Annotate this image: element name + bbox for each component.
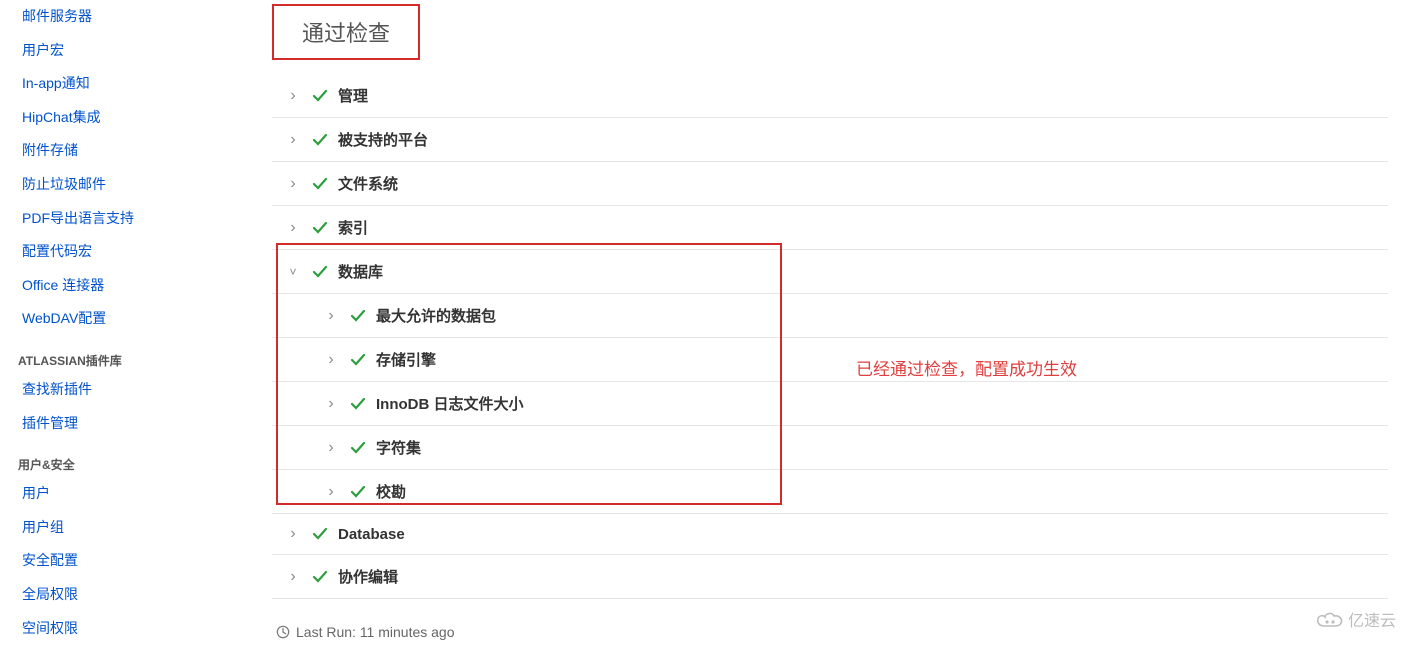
check-row[interactable]: 协作编辑 <box>272 555 1388 599</box>
check-label: 协作编辑 <box>338 566 398 587</box>
check-row[interactable]: 被支持的平台 <box>272 118 1388 162</box>
sidebar-item[interactable]: Office 连接器 <box>10 269 232 303</box>
check-label: 校勘 <box>376 481 406 502</box>
sidebar-item[interactable]: 全局权限 <box>10 578 232 612</box>
check-icon <box>350 308 366 324</box>
check-label: 数据库 <box>338 261 383 282</box>
sidebar-item[interactable]: 附件存储 <box>10 134 232 168</box>
check-label: 字符集 <box>376 437 421 458</box>
clock-icon <box>276 625 290 639</box>
chevron-right-icon[interactable] <box>324 395 338 413</box>
watermark-text: 亿速云 <box>1348 607 1396 631</box>
check-label: 管理 <box>338 85 368 106</box>
chevron-right-icon[interactable] <box>324 439 338 457</box>
check-row[interactable]: 索引 <box>272 206 1388 250</box>
check-icon <box>312 526 328 542</box>
check-row[interactable]: Database <box>272 514 1388 555</box>
sidebar-section-header-security: 用户&安全 <box>10 440 232 477</box>
check-icon <box>350 484 366 500</box>
chevron-right-icon[interactable] <box>286 175 300 193</box>
chevron-right-icon[interactable] <box>286 87 300 105</box>
sidebar-item[interactable]: 插件管理 <box>10 407 232 441</box>
chevron-down-icon[interactable] <box>286 265 300 279</box>
check-icon <box>350 352 366 368</box>
sidebar: 邮件服务器 用户宏 In-app通知 HipChat集成 附件存储 防止垃圾邮件… <box>0 0 232 645</box>
check-row[interactable]: 管理 <box>272 74 1388 118</box>
check-label: 最大允许的数据包 <box>376 305 496 326</box>
chevron-right-icon[interactable] <box>324 483 338 501</box>
sidebar-item[interactable]: HipChat集成 <box>10 101 232 135</box>
sidebar-item[interactable]: 查找新插件 <box>10 373 232 407</box>
chevron-right-icon[interactable] <box>324 351 338 369</box>
check-icon <box>350 396 366 412</box>
chevron-right-icon[interactable] <box>286 568 300 586</box>
check-label: InnoDB 日志文件大小 <box>376 393 524 414</box>
section-title: 通过检查 <box>272 4 420 60</box>
check-row-expanded[interactable]: 数据库 <box>272 250 1388 294</box>
check-label: 被支持的平台 <box>338 129 428 150</box>
sidebar-item[interactable]: WebDAV配置 <box>10 302 232 336</box>
watermark: 亿速云 <box>1316 607 1396 631</box>
chevron-right-icon[interactable] <box>286 219 300 237</box>
sidebar-item[interactable]: 邮件服务器 <box>10 0 232 34</box>
sidebar-item[interactable]: 空间权限 <box>10 612 232 645</box>
check-subrow[interactable]: 最大允许的数据包 <box>272 294 1388 338</box>
chevron-right-icon[interactable] <box>286 525 300 543</box>
last-run-footer: Last Run: 11 minutes ago <box>276 624 455 640</box>
last-run-text: Last Run: 11 minutes ago <box>296 624 455 640</box>
sidebar-item[interactable]: 用户组 <box>10 511 232 545</box>
sidebar-item[interactable]: 用户宏 <box>10 34 232 68</box>
sidebar-item[interactable]: In-app通知 <box>10 67 232 101</box>
chevron-right-icon[interactable] <box>324 307 338 325</box>
check-icon <box>312 220 328 236</box>
main-content: 通过检查 管理 被支持的平台 文件系统 索引 <box>232 0 1408 645</box>
check-label: Database <box>338 526 405 543</box>
check-subrow[interactable]: InnoDB 日志文件大小 <box>272 382 1388 426</box>
check-subrow[interactable]: 字符集 <box>272 426 1388 470</box>
check-label: 文件系统 <box>338 173 398 194</box>
check-subrow[interactable]: 存储引擎 <box>272 338 1388 382</box>
sidebar-item[interactable]: 安全配置 <box>10 544 232 578</box>
sidebar-item[interactable]: 防止垃圾邮件 <box>10 168 232 202</box>
annotation-text: 已经通过检查，配置成功生效 <box>856 355 1077 380</box>
check-label: 存储引擎 <box>376 349 436 370</box>
check-icon <box>312 132 328 148</box>
check-icon <box>312 88 328 104</box>
sidebar-item[interactable]: PDF导出语言支持 <box>10 202 232 236</box>
sidebar-section-header-plugins: ATLASSIAN插件库 <box>10 336 232 373</box>
check-icon <box>312 176 328 192</box>
check-label: 索引 <box>338 217 368 238</box>
chevron-right-icon[interactable] <box>286 131 300 149</box>
check-icon <box>312 264 328 280</box>
check-icon <box>350 440 366 456</box>
sidebar-item[interactable]: 用户 <box>10 477 232 511</box>
check-icon <box>312 569 328 585</box>
check-list: 管理 被支持的平台 文件系统 索引 数据库 <box>272 74 1388 599</box>
check-subrow[interactable]: 校勘 <box>272 470 1388 514</box>
sidebar-item[interactable]: 配置代码宏 <box>10 235 232 269</box>
check-row[interactable]: 文件系统 <box>272 162 1388 206</box>
